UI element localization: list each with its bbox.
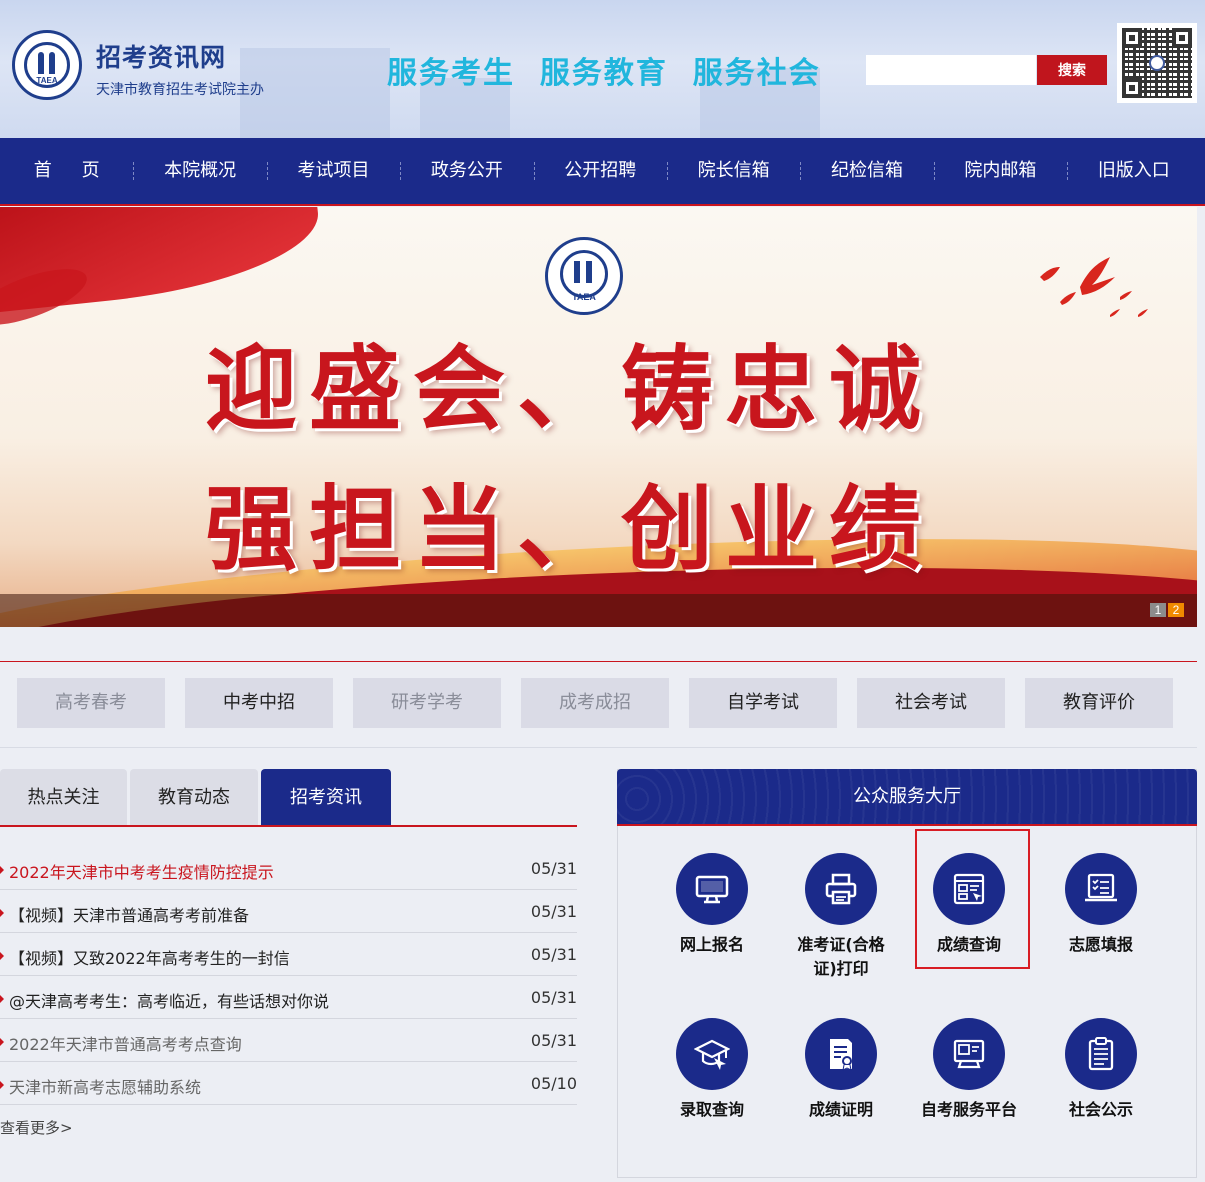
news-item[interactable]: 天津市新高考志愿辅助系统 05/10 [0, 1062, 577, 1105]
service-label: 网上报名 [679, 935, 744, 954]
service-online-registration[interactable]: 网上报名 [657, 853, 767, 957]
site-subtitle: 天津市教育招生考试院主办 [96, 82, 264, 98]
banner-caption-strip [0, 594, 1197, 627]
news-date: 05/31 [530, 945, 577, 964]
news-date: 05/31 [530, 859, 577, 878]
nav-about[interactable]: 本院概况 [133, 138, 266, 204]
header-slogan: 服务考生 服务教育 服务社会 [387, 56, 821, 91]
clipboard-icon [1088, 1037, 1114, 1071]
banner-headline-line2: 强担当、创业绩 [205, 475, 934, 583]
qr-code [1117, 23, 1197, 103]
news-item[interactable]: @天津高考考生：高考临近，有些话想对你说 05/31 [0, 976, 577, 1019]
category-yankao-xuekao[interactable]: 研考学考 [353, 678, 501, 728]
banner-page-2[interactable]: 2 [1168, 603, 1184, 617]
news-item[interactable]: 【视频】又致2022年高考考生的一封信 05/31 [0, 933, 577, 976]
nav-home[interactable]: 首页 [0, 138, 133, 204]
service-hall-title: 公众服务大厅 [853, 786, 961, 807]
category-gaokao-chunkao[interactable]: 高考春考 [17, 678, 165, 728]
graduation-cap-icon [694, 1039, 730, 1070]
tab-admission-info[interactable]: 招考资讯 [261, 769, 391, 826]
news-title[interactable]: 2022年天津市普通高考考点查询 [9, 1031, 242, 1055]
bullet-icon [0, 952, 4, 960]
nav-recruitment[interactable]: 公开招聘 [533, 138, 667, 204]
news-date: 05/31 [530, 902, 577, 921]
banner-logo: TAEA [545, 237, 623, 315]
bullet-icon [0, 866, 4, 874]
monitor-icon [695, 875, 729, 904]
service-public-notice[interactable]: 社会公示 [1046, 1018, 1156, 1122]
bullet-icon [0, 1038, 4, 1046]
category-chengkao[interactable]: 成考成招 [521, 678, 669, 728]
news-date: 05/10 [530, 1074, 577, 1093]
site-header: TAEA 招考资讯网 天津市教育招生考试院主办 服务考生 服务教育 服务社会 搜… [0, 0, 1205, 138]
service-admission-query[interactable]: 录取查询 [657, 1018, 767, 1122]
tab-hot-topics[interactable]: 热点关注 [0, 769, 127, 826]
news-title[interactable]: 【视频】天津市普通高考考前准备 [9, 902, 249, 926]
category-self-study-exam[interactable]: 自学考试 [689, 678, 837, 728]
category-social-exam[interactable]: 社会考试 [857, 678, 1005, 728]
checklist-laptop-icon [1085, 873, 1117, 902]
service-label: 志愿填报 [1068, 935, 1133, 954]
news-title[interactable]: 2022年天津市中考考生疫情防控提示 [9, 859, 274, 883]
news-date: 05/31 [530, 1031, 577, 1050]
banner-headline-line1: 迎盛会、铸忠诚 [205, 335, 934, 443]
nav-discipline-mailbox[interactable]: 纪检信箱 [800, 138, 933, 204]
category-education-evaluation[interactable]: 教育评价 [1025, 678, 1173, 728]
bullet-icon [0, 1081, 4, 1089]
certificate-icon [830, 1039, 852, 1071]
search-button[interactable]: 搜索 [1037, 55, 1107, 85]
news-title[interactable]: 【视频】又致2022年高考考生的一封信 [9, 945, 290, 969]
search-input[interactable] [866, 55, 1036, 85]
nav-director-mailbox[interactable]: 院长信箱 [666, 138, 800, 204]
service-application-filling[interactable]: 志愿填报 [1046, 853, 1156, 957]
tabs-underline [0, 825, 577, 827]
service-label: 录取查询 [679, 1100, 744, 1119]
nav-internal-mail[interactable]: 院内邮箱 [933, 138, 1067, 204]
news-date: 05/31 [530, 988, 577, 1007]
banner-logo-text: TAEA [572, 292, 596, 302]
service-label: 准考证(合格证)打印 [797, 935, 885, 978]
news-title[interactable]: @天津高考考生：高考临近，有些话想对你说 [9, 988, 329, 1012]
news-title[interactable]: 天津市新高考志愿辅助系统 [9, 1074, 201, 1098]
service-hall-header: 公众服务大厅 [617, 769, 1197, 826]
news-item[interactable]: 2022年天津市普通高考考点查询 05/31 [0, 1019, 577, 1062]
self-study-platform-icon [953, 1039, 985, 1069]
tab-education-news[interactable]: 教育动态 [130, 769, 258, 826]
doves-icon [1040, 257, 1148, 317]
main-nav: 首页 本院概况 考试项目 政务公开 公开招聘 院长信箱 纪检信箱 院内邮箱 旧版… [0, 138, 1205, 206]
service-admission-ticket-print[interactable]: 准考证(合格证)打印 [786, 853, 896, 981]
bullet-icon [0, 909, 4, 917]
banner-page-1[interactable]: 1 [1150, 603, 1166, 617]
nav-public-affairs[interactable]: 政务公开 [400, 138, 533, 204]
printer-icon [825, 873, 857, 905]
service-self-study-platform[interactable]: 自考服务平台 [914, 1018, 1024, 1122]
service-score-certificate[interactable]: 成绩证明 [786, 1018, 896, 1122]
nav-old-version[interactable]: 旧版入口 [1067, 138, 1200, 204]
news-item[interactable]: 【视频】天津市普通高考考前准备 05/31 [0, 890, 577, 933]
service-label: 成绩证明 [808, 1100, 873, 1119]
logo-text: TAEA [36, 76, 58, 85]
news-item[interactable]: 2022年天津市中考考生疫情防控提示 05/31 [0, 847, 577, 890]
bullet-icon [0, 995, 4, 1003]
nav-exams[interactable]: 考试项目 [266, 138, 400, 204]
category-zhongkao[interactable]: 中考中招 [185, 678, 333, 728]
site-logo[interactable]: TAEA [12, 30, 82, 100]
view-more-link[interactable]: 查看更多> [0, 1117, 73, 1138]
site-name[interactable]: 招考资讯网 [96, 38, 226, 74]
service-label: 自考服务平台 [920, 1100, 1017, 1119]
service-label: 社会公示 [1068, 1100, 1133, 1119]
score-query-highlight-box [915, 829, 1030, 969]
